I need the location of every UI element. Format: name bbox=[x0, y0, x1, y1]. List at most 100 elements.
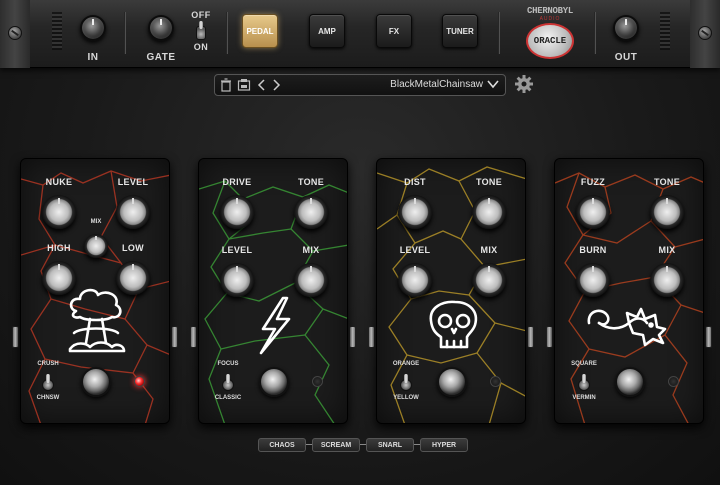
chain-hyper-button[interactable]: HYPER bbox=[420, 438, 468, 452]
toggle-label-top: CRUSH bbox=[37, 361, 59, 367]
square-vermin-switch[interactable] bbox=[578, 374, 590, 391]
level-knob[interactable] bbox=[220, 263, 254, 297]
skull-icon bbox=[429, 300, 478, 349]
status-led bbox=[312, 376, 323, 387]
footswitch[interactable] bbox=[437, 367, 467, 397]
knob-label: MIX bbox=[302, 245, 320, 255]
chevron-down-icon[interactable] bbox=[487, 78, 499, 90]
knob-label: DRIVE bbox=[222, 177, 252, 187]
orange-yellow-switch[interactable] bbox=[400, 374, 412, 391]
status-led bbox=[490, 376, 501, 387]
knob-label: LOW bbox=[122, 243, 144, 253]
input-knob[interactable] bbox=[80, 15, 106, 41]
input-jack bbox=[546, 326, 553, 348]
chain-snarl-button[interactable]: SNARL bbox=[366, 438, 414, 452]
toggle-label-bottom: CLASSIC bbox=[214, 395, 242, 401]
save-icon[interactable] bbox=[237, 78, 251, 92]
preset-name[interactable]: BlackMetalChainsaw bbox=[390, 79, 483, 90]
rack-ear-left bbox=[0, 0, 30, 68]
level-knob[interactable] bbox=[398, 263, 432, 297]
output-jack bbox=[527, 326, 534, 348]
pedal-chaos-body: NUKE LEVEL MIX HIGH LOW CRUSH CHNSW bbox=[20, 158, 170, 424]
toggle-label-bottom: YELLOW bbox=[393, 395, 419, 401]
output-knob[interactable] bbox=[613, 15, 639, 41]
pedal-scream-body: DRIVE TONE LEVEL MIX FOCUS CLASSIC bbox=[198, 158, 348, 424]
footswitch[interactable] bbox=[81, 367, 111, 397]
toggle-label-top: SQUARE bbox=[571, 361, 597, 367]
footswitch[interactable] bbox=[615, 367, 645, 397]
knob-label: FUZZ bbox=[580, 177, 606, 187]
knob-label: BURN bbox=[579, 245, 607, 255]
pedal-hyper: FUZZ TONE BURN MIX SQUARE VERMIN bbox=[546, 158, 712, 424]
tone-knob[interactable] bbox=[294, 195, 328, 229]
output-jack bbox=[171, 326, 178, 348]
input-jack bbox=[190, 326, 197, 348]
divider bbox=[594, 12, 596, 54]
gate-knob[interactable] bbox=[148, 15, 174, 41]
knob-label: MIX bbox=[658, 245, 676, 255]
gate-label: GATE bbox=[146, 52, 176, 63]
pedal-scream: DRIVE TONE LEVEL MIX FOCUS CLASSIC bbox=[190, 158, 356, 424]
input-jack bbox=[12, 326, 19, 348]
screw-icon bbox=[698, 26, 712, 40]
burn-knob[interactable] bbox=[576, 263, 610, 297]
toggle-label-bottom: CHNSW bbox=[36, 395, 60, 401]
screw-icon bbox=[8, 26, 22, 40]
tone-knob[interactable] bbox=[650, 195, 684, 229]
next-preset-icon[interactable] bbox=[269, 78, 283, 92]
level-knob[interactable] bbox=[116, 195, 150, 229]
gear-icon[interactable] bbox=[514, 74, 534, 94]
mix-knob[interactable] bbox=[650, 263, 684, 297]
vent-grille bbox=[52, 12, 62, 50]
output-jack bbox=[705, 326, 712, 348]
pedal-snarl: DIST TONE LEVEL MIX ORANGE YELLOW bbox=[368, 158, 534, 424]
divider bbox=[498, 12, 500, 54]
logo-subtitle: AUDIO bbox=[539, 16, 561, 22]
fuzz-knob[interactable] bbox=[576, 195, 610, 229]
focus-classic-switch[interactable] bbox=[222, 374, 234, 391]
gate-off-label: OFF bbox=[191, 10, 211, 20]
input-jack bbox=[368, 326, 375, 348]
knob-label: HIGH bbox=[47, 243, 71, 253]
crush-chnsw-switch[interactable] bbox=[42, 374, 54, 391]
mushroom-cloud-icon bbox=[68, 288, 126, 353]
tab-fx[interactable]: FX bbox=[376, 14, 412, 48]
output-label: OUT bbox=[614, 52, 638, 63]
drive-knob[interactable] bbox=[220, 195, 254, 229]
knob-label: TONE bbox=[475, 177, 503, 187]
dist-knob[interactable] bbox=[398, 195, 432, 229]
prev-preset-icon[interactable] bbox=[255, 78, 269, 92]
knob-label: DIST bbox=[404, 177, 426, 187]
chain-chaos-button[interactable]: CHAOS bbox=[258, 438, 306, 452]
tab-amp[interactable]: AMP bbox=[309, 14, 345, 48]
gate-on-label: ON bbox=[193, 42, 209, 52]
footswitch[interactable] bbox=[259, 367, 289, 397]
tab-pedal[interactable]: PEDAL bbox=[242, 14, 278, 48]
mix-knob[interactable] bbox=[472, 263, 506, 297]
knob-label: LEVEL bbox=[117, 177, 149, 187]
rack-ear-right bbox=[690, 0, 720, 68]
gate-switch[interactable] bbox=[196, 21, 206, 40]
divider bbox=[226, 12, 228, 54]
pedal-hyper-body: FUZZ TONE BURN MIX SQUARE VERMIN bbox=[554, 158, 704, 424]
tone-knob[interactable] bbox=[472, 195, 506, 229]
vent-grille bbox=[660, 12, 670, 50]
logo-title: CHERNOBYL bbox=[527, 6, 573, 16]
output-jack bbox=[349, 326, 356, 348]
knob-label: LEVEL bbox=[221, 245, 253, 255]
knob-label: NUKE bbox=[45, 177, 73, 187]
mix-knob[interactable] bbox=[294, 263, 328, 297]
knob-label: MIX bbox=[480, 245, 498, 255]
input-label: IN bbox=[87, 52, 99, 63]
brand-logo: CHERNOBYL AUDIO ORACLE bbox=[518, 6, 582, 62]
tab-tuner[interactable]: TUNER bbox=[442, 14, 478, 48]
knob-label: TONE bbox=[653, 177, 681, 187]
rat-icon bbox=[587, 307, 667, 347]
top-rack: IN GATE OFF ON PEDAL AMP FX TUNER CHERNO… bbox=[0, 0, 720, 68]
status-led bbox=[134, 376, 145, 387]
lightning-bolt-icon bbox=[259, 296, 291, 355]
knob-label: TONE bbox=[297, 177, 325, 187]
status-led bbox=[668, 376, 679, 387]
trash-icon[interactable] bbox=[219, 78, 233, 92]
chain-scream-button[interactable]: SCREAM bbox=[312, 438, 360, 452]
